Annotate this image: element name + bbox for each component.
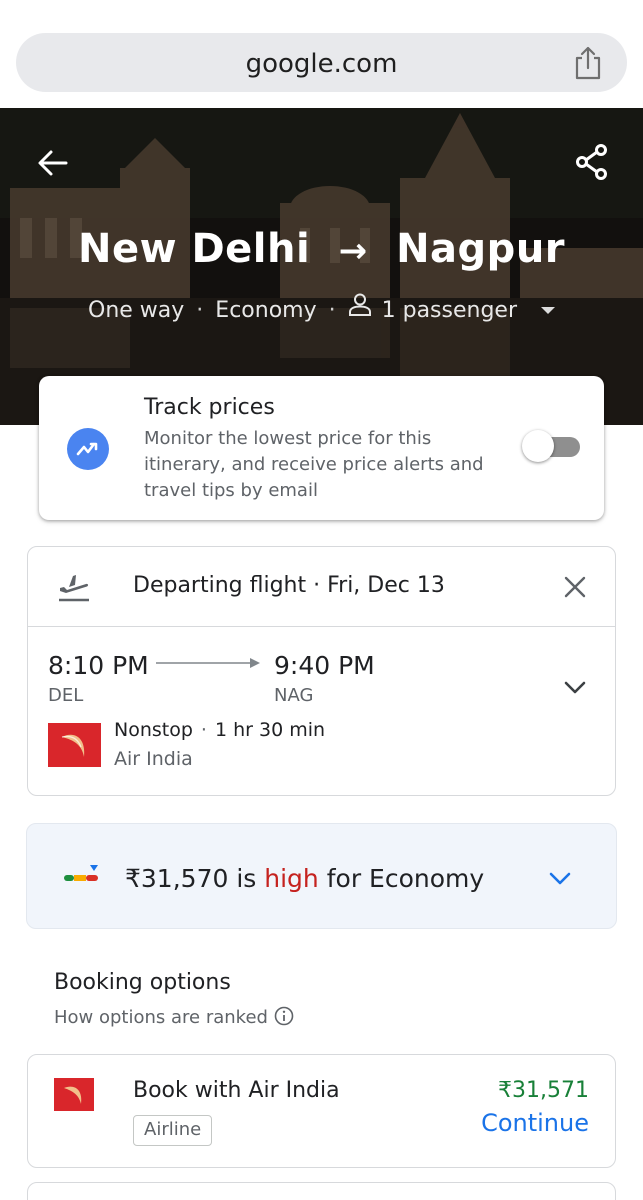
- browser-toolbar: google.com: [0, 0, 643, 108]
- separator-dot: ·: [328, 297, 336, 323]
- toggle-knob: [522, 430, 554, 462]
- info-icon[interactable]: [274, 1006, 294, 1026]
- insight-suffix: for Economy: [318, 864, 485, 893]
- url-text[interactable]: google.com: [16, 49, 627, 79]
- share-upload-icon[interactable]: [573, 46, 603, 80]
- arrival-airport-code: NAG: [274, 685, 314, 706]
- close-icon[interactable]: [563, 575, 587, 599]
- arrow-left-icon[interactable]: [36, 146, 70, 180]
- address-bar[interactable]: google.com: [16, 33, 627, 92]
- price-level: high: [264, 864, 319, 893]
- booking-price: ₹31,571: [498, 1078, 589, 1103]
- provider-type-badge: Airline: [133, 1115, 213, 1146]
- price-insight-text: ₹31,570 is high for Economy: [125, 864, 484, 893]
- trip-options[interactable]: One way · Economy · 1 passenger: [0, 292, 643, 323]
- route-title: New Delhi → Nagpur: [0, 226, 643, 272]
- insight-connector: is: [228, 864, 265, 893]
- airline-logo-icon: [48, 723, 101, 767]
- ranking-info-link[interactable]: How options are ranked: [54, 1006, 294, 1028]
- duration: 1 hr 30 min: [214, 719, 326, 741]
- arrival-time: 9:40 PM: [274, 651, 375, 680]
- flight-takeoff-icon: [59, 575, 89, 602]
- continue-button[interactable]: Continue: [481, 1109, 589, 1137]
- destination-city: Nagpur: [396, 226, 566, 272]
- booking-option-card[interactable]: [27, 1182, 616, 1200]
- stops-duration: Nonstop · 1 hr 30 min: [114, 719, 325, 741]
- ranking-info-text[interactable]: How options are ranked: [54, 1007, 268, 1028]
- trending-icon: [67, 428, 109, 470]
- passenger-count[interactable]: 1 passenger: [382, 298, 517, 323]
- price-insight-banner[interactable]: ₹31,570 is high for Economy: [26, 823, 617, 929]
- chevron-down-icon[interactable]: [548, 870, 572, 886]
- departing-flight-card: Departing flight · Fri, Dec 13 8:10 PM 9…: [27, 546, 616, 796]
- track-prices-title: Track prices: [144, 395, 275, 420]
- origin-city: New Delhi: [77, 226, 311, 272]
- track-prices-description: Monitor the lowest price for this itiner…: [144, 428, 484, 501]
- route-arrow: →: [338, 231, 368, 271]
- person-icon: [348, 293, 371, 316]
- route-line-arrow-icon: [156, 658, 260, 668]
- departure-airport-code: DEL: [48, 685, 84, 706]
- cabin-class[interactable]: Economy: [215, 298, 316, 323]
- departure-time: 8:10 PM: [48, 651, 149, 680]
- separator-dot: ·: [196, 297, 204, 323]
- chevron-down-icon[interactable]: [563, 679, 587, 695]
- chevron-down-icon[interactable]: [541, 306, 555, 314]
- booking-options-title: Booking options: [54, 970, 231, 995]
- departing-flight-header: Departing flight · Fri, Dec 13: [28, 547, 615, 627]
- stops: Nonstop: [114, 719, 193, 741]
- track-prices-card: Track prices Monitor the lowest price fo…: [39, 376, 604, 520]
- airline-logo-icon: [54, 1078, 94, 1111]
- share-icon[interactable]: [575, 144, 609, 180]
- separator-dot: ·: [200, 719, 207, 741]
- departing-flight-title: Departing flight · Fri, Dec 13: [133, 573, 445, 598]
- booking-option-card[interactable]: Book with Air India Airline ₹31,571 Cont…: [27, 1054, 616, 1168]
- price-gauge-icon: [64, 865, 98, 881]
- airline-name: Air India: [114, 748, 193, 770]
- booking-provider-title: Book with Air India: [133, 1078, 340, 1103]
- trip-type[interactable]: One way: [88, 298, 184, 323]
- current-price: ₹31,570: [125, 864, 229, 893]
- track-prices-toggle[interactable]: [522, 430, 580, 462]
